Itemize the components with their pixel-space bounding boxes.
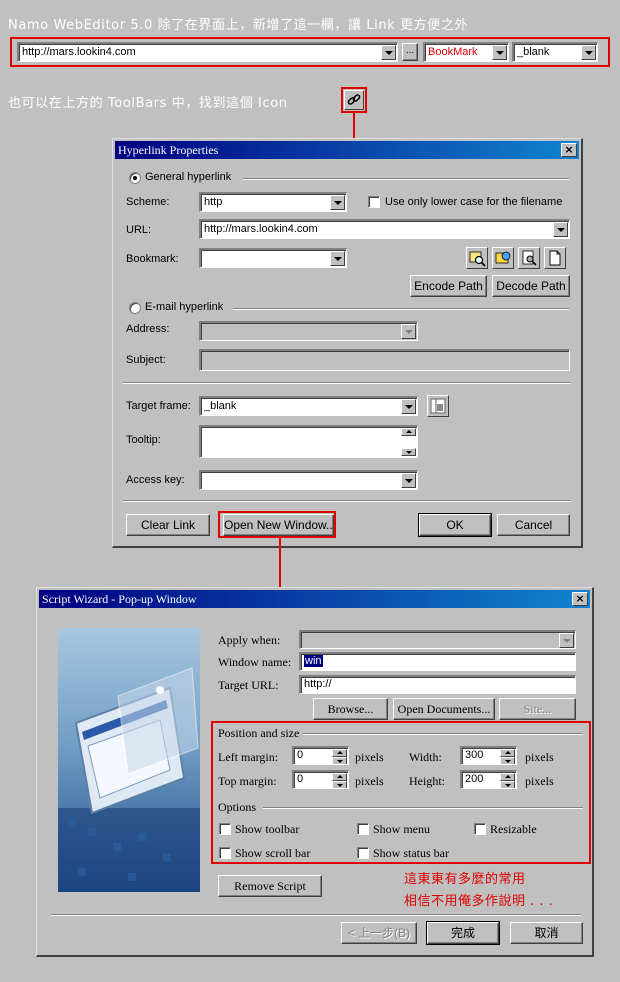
divider bbox=[233, 308, 569, 310]
access-key-select[interactable] bbox=[199, 470, 418, 490]
ok-button[interactable]: OK bbox=[418, 513, 492, 537]
target-frame-value: _blank bbox=[204, 400, 237, 412]
site-button: Site... bbox=[499, 698, 576, 720]
second-caption: 也可以在上方的 ToolBars 中，找到這個 Icon bbox=[8, 96, 288, 111]
frame-picker-button[interactable] bbox=[427, 395, 449, 417]
chevron-down-icon[interactable] bbox=[330, 251, 345, 266]
options-highlight bbox=[211, 721, 591, 864]
note-line-1: 這東東有多麼的常用 bbox=[404, 872, 526, 887]
browse-document-icon[interactable] bbox=[518, 247, 540, 269]
chevron-down-icon bbox=[559, 633, 574, 648]
tooltip-label: Tooltip: bbox=[126, 434, 161, 446]
target-url-value: http:// bbox=[304, 678, 332, 690]
link-icon bbox=[347, 94, 361, 105]
toolbar-more-button[interactable]: ... bbox=[402, 43, 418, 61]
address-select[interactable] bbox=[199, 321, 418, 341]
toolbar-bookmark-label: BookMark bbox=[428, 46, 478, 58]
access-key-label: Access key: bbox=[126, 474, 185, 486]
close-icon[interactable]: × bbox=[561, 143, 577, 157]
tooltip-textarea[interactable] bbox=[199, 425, 418, 458]
chevron-down-icon[interactable] bbox=[553, 222, 568, 237]
browse-site-icon[interactable] bbox=[492, 247, 514, 269]
chevron-down-icon[interactable] bbox=[492, 45, 507, 60]
window-name-input[interactable]: win bbox=[299, 652, 576, 671]
address-label: Address: bbox=[126, 323, 170, 335]
wizard-cancel-button[interactable]: 取消 bbox=[510, 922, 583, 944]
open-new-window-highlight bbox=[218, 511, 336, 538]
toolbar-url-combobox[interactable]: http://mars.lookin4.com bbox=[17, 42, 398, 62]
hyperlink-toolbar-icon[interactable] bbox=[344, 90, 364, 110]
hyperlink-dialog-titlebar: Hyperlink Properties × bbox=[115, 141, 579, 159]
subject-field[interactable] bbox=[199, 349, 570, 371]
chevron-down-icon[interactable] bbox=[401, 399, 416, 414]
top-caption: Namo WebEditor 5.0 除了在界面上，新增了這一欄，讓 Link … bbox=[8, 18, 469, 33]
finish-button[interactable]: 完成 bbox=[426, 921, 500, 945]
divider bbox=[123, 500, 571, 502]
chevron-down-icon[interactable] bbox=[401, 473, 416, 488]
connector-line-1 bbox=[353, 113, 355, 139]
note-line-2: 相信不用俺多作說明 . . . bbox=[404, 894, 554, 909]
url-value: http://mars.lookin4.com bbox=[204, 223, 318, 235]
open-documents-button[interactable]: Open Documents... bbox=[393, 698, 495, 720]
search-folder-icon bbox=[469, 251, 486, 267]
toolbar-target-value: _blank bbox=[517, 46, 550, 58]
chevron-down-icon bbox=[401, 324, 416, 339]
frame-icon bbox=[430, 398, 446, 414]
window-name-label: Window name: bbox=[218, 655, 292, 669]
apply-when-label: Apply when: bbox=[218, 633, 281, 647]
script-wizard-titlebar: Script Wizard - Pop-up Window × bbox=[39, 590, 590, 608]
globe-folder-icon bbox=[495, 251, 511, 264]
bookmark-label: Bookmark: bbox=[126, 253, 179, 265]
chevron-down-icon[interactable] bbox=[381, 45, 396, 60]
scroll-up-icon[interactable] bbox=[401, 428, 416, 436]
general-hyperlink-label: General hyperlink bbox=[145, 171, 232, 183]
scheme-label: Scheme: bbox=[126, 196, 170, 208]
divider bbox=[243, 178, 569, 180]
general-hyperlink-radio[interactable] bbox=[129, 172, 141, 184]
toolbar-target-combobox[interactable]: _blank bbox=[512, 42, 598, 62]
browse-file-icon[interactable] bbox=[466, 247, 488, 269]
bookmark-select[interactable] bbox=[199, 248, 347, 268]
hyperlink-properties-dialog: Hyperlink Properties × General hyperlink… bbox=[112, 138, 583, 548]
close-icon[interactable]: × bbox=[572, 592, 588, 606]
subject-label: Subject: bbox=[126, 354, 166, 366]
target-frame-combobox[interactable]: _blank bbox=[199, 396, 418, 416]
divider bbox=[51, 914, 581, 916]
email-hyperlink-radio[interactable] bbox=[129, 302, 141, 314]
wizard-title: Script Wizard - Pop-up Window bbox=[42, 592, 197, 606]
chevron-down-icon[interactable] bbox=[330, 195, 345, 210]
cancel-button[interactable]: Cancel bbox=[497, 514, 570, 536]
back-button: < 上一步(B) bbox=[341, 922, 417, 944]
url-combobox[interactable]: http://mars.lookin4.com bbox=[199, 219, 570, 239]
scheme-select[interactable]: http bbox=[199, 192, 347, 212]
divider bbox=[123, 382, 571, 384]
dialog-title: Hyperlink Properties bbox=[118, 143, 219, 157]
target-url-label: Target URL: bbox=[218, 678, 279, 692]
url-label: URL: bbox=[126, 224, 152, 236]
toolbar-url-value: http://mars.lookin4.com bbox=[22, 46, 136, 58]
popup-window-illustration-icon bbox=[58, 667, 200, 892]
browse-button[interactable]: Browse... bbox=[313, 698, 388, 720]
wizard-illustration bbox=[58, 628, 200, 892]
window-name-value: win bbox=[304, 655, 323, 667]
new-document-icon bbox=[549, 250, 561, 266]
remove-script-button[interactable]: Remove Script bbox=[218, 875, 322, 897]
email-hyperlink-label: E-mail hyperlink bbox=[145, 301, 224, 313]
search-document-icon bbox=[522, 250, 537, 266]
target-frame-label: Target frame: bbox=[126, 400, 191, 412]
decode-path-button[interactable]: Decode Path bbox=[492, 275, 570, 297]
new-document-icon-button[interactable] bbox=[544, 247, 566, 269]
lowercase-label: Use only lower case for the filename bbox=[385, 196, 563, 208]
toolbar-bookmark-combobox[interactable]: BookMark bbox=[423, 42, 509, 62]
apply-when-select[interactable] bbox=[299, 630, 576, 649]
scroll-down-icon[interactable] bbox=[401, 448, 416, 456]
scheme-value: http bbox=[204, 196, 223, 208]
tooltip-scrollbar[interactable] bbox=[401, 428, 416, 457]
connector-line-2 bbox=[279, 538, 281, 588]
chevron-down-icon[interactable] bbox=[581, 45, 596, 60]
encode-path-button[interactable]: Encode Path bbox=[410, 275, 487, 297]
lowercase-checkbox[interactable] bbox=[368, 196, 380, 208]
target-url-input[interactable]: http:// bbox=[299, 675, 576, 694]
clear-link-button[interactable]: Clear Link bbox=[126, 514, 210, 536]
